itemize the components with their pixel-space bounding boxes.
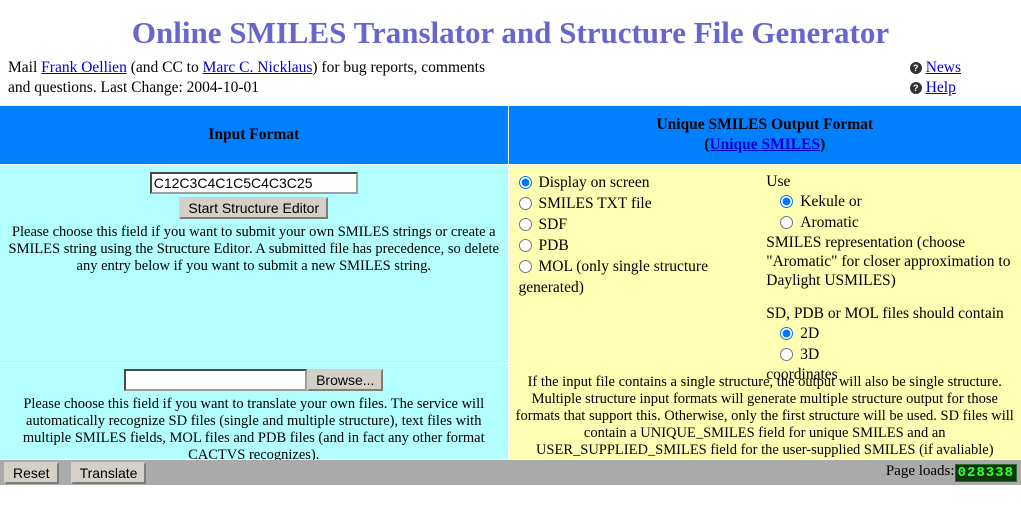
news-link[interactable]: News (926, 59, 961, 76)
input-format-header: Input Format (0, 106, 509, 165)
bottom-buttons: Reset Translate (4, 462, 154, 484)
page-loads-area: Page loads: 028338 (886, 463, 1017, 482)
file-path-input[interactable] (124, 368, 308, 391)
reset-button[interactable]: Reset (4, 462, 59, 484)
browse-button[interactable]: Browse... (307, 368, 384, 391)
header-row: Input Format Unique SMILES Output Format… (0, 106, 1021, 165)
radio-kekule-input[interactable] (780, 195, 794, 208)
radio-3d-label: 3D (800, 346, 820, 363)
radio-display-on-screen[interactable]: Display on screen (518, 172, 767, 193)
radio-mol-label: MOL (only single structure generated) (518, 258, 708, 296)
radio-aromatic[interactable]: Aromatic (766, 212, 1013, 233)
radio-mol-input[interactable] (518, 260, 532, 273)
radio-kekule[interactable]: Kekule or (766, 191, 1013, 212)
structure-editor-wrap: Start Structure Editor (0, 197, 508, 219)
radio-aromatic-label: Aromatic (800, 214, 859, 231)
output-format-header: Unique SMILES Output Format (Unique SMIL… (508, 106, 1021, 165)
start-structure-editor-button[interactable]: Start Structure Editor (179, 197, 329, 219)
use-label: Use (766, 173, 791, 190)
mail-marc-nicklaus-link[interactable]: Marc C. Nicklaus (203, 59, 313, 76)
help-row: ? Help (909, 78, 961, 98)
question-mark-icon: ? (909, 82, 922, 94)
help-link[interactable]: Help (926, 79, 956, 96)
output-format-subtitle: (Unique SMILES) (513, 135, 1018, 155)
info-row: Mail Frank Oellien (and CC to Marc C. Ni… (0, 58, 1021, 106)
radio-smiles-txt-input[interactable] (518, 197, 532, 210)
page-root: Online SMILES Translator and Structure F… (0, 0, 1021, 510)
output-panel: Display on screen SMILES TXT file SDF PD… (508, 164, 1021, 460)
radio-sdf-input[interactable] (518, 218, 532, 231)
radio-display-on-screen-input[interactable] (518, 176, 532, 189)
smiles-input-wrap (0, 172, 508, 194)
radio-pdb-input[interactable] (518, 239, 532, 252)
contact-text: Mail Frank Oellien (and CC to Marc C. Ni… (8, 58, 508, 98)
smiles-section: Start Structure Editor Please choose thi… (0, 165, 508, 341)
content-row-a: Start Structure Editor Please choose thi… (0, 164, 1021, 460)
radio-aromatic-input[interactable] (780, 216, 794, 229)
coordinates-label: SD, PDB or MOL files should contain (766, 305, 1004, 322)
page-title: Online SMILES Translator and Structure F… (131, 15, 890, 50)
radio-smiles-txt-label: SMILES TXT file (538, 195, 652, 212)
news-row: ? News (909, 58, 961, 78)
input-panel-file: Browse... Please choose this field if yo… (0, 363, 509, 463)
radio-3d[interactable]: 3D (766, 344, 1013, 365)
smiles-input[interactable] (149, 172, 358, 194)
radio-2d-input[interactable] (780, 327, 794, 340)
output-note-text: If the input file contains a single stru… (515, 374, 1014, 458)
unique-smiles-link[interactable]: Unique SMILES (709, 136, 820, 153)
file-section: Browse... Please choose this field if yo… (0, 364, 508, 463)
radio-smiles-txt[interactable]: SMILES TXT file (518, 193, 767, 214)
paren-close: ) (820, 136, 826, 153)
radio-mol[interactable]: MOL (only single structure generated) (518, 256, 767, 298)
input-panel-smiles: Start Structure Editor Please choose thi… (0, 164, 509, 364)
radio-pdb-label: PDB (538, 237, 569, 254)
file-input-wrap: Browse... (0, 368, 508, 391)
output-representation-options: Use Kekule or Aromatic SMILES representa… (766, 165, 1021, 383)
bottom-toolbar: Reset Translate Page loads: 028338 (0, 460, 1021, 485)
radio-2d[interactable]: 2D (766, 323, 1013, 344)
contact-prefix: Mail (8, 59, 42, 76)
contact-middle: (and CC to (126, 59, 203, 76)
page-loads-counter: 028338 (954, 464, 1017, 482)
output-format-title: Unique SMILES Output Format (656, 116, 874, 133)
radio-3d-input[interactable] (780, 348, 794, 361)
radio-pdb[interactable]: PDB (518, 235, 767, 256)
radio-kekule-label: Kekule or (800, 193, 862, 210)
file-help-text: Please choose this field if you want to … (22, 395, 485, 463)
question-mark-icon: ? (909, 62, 922, 74)
page-loads-label: Page loads: (885, 463, 955, 479)
translate-button[interactable]: Translate (70, 462, 147, 484)
radio-2d-label: 2D (800, 325, 820, 342)
smiles-help-text: Please choose this field if you want to … (8, 224, 500, 274)
mail-frank-oellien-link[interactable]: Frank Oellien (41, 59, 127, 76)
output-options-area: Display on screen SMILES TXT file SDF PD… (509, 165, 1021, 383)
radio-display-on-screen-label: Display on screen (538, 174, 650, 191)
representation-note: SMILES representation (choose "Aromatic"… (766, 234, 1011, 289)
radio-sdf-label: SDF (538, 216, 567, 233)
output-format-options: Display on screen SMILES TXT file SDF PD… (509, 165, 767, 368)
help-links: ? News ? Help (909, 58, 961, 98)
main-layout-table: Input Format Unique SMILES Output Format… (0, 106, 1021, 463)
radio-sdf[interactable]: SDF (518, 214, 767, 235)
